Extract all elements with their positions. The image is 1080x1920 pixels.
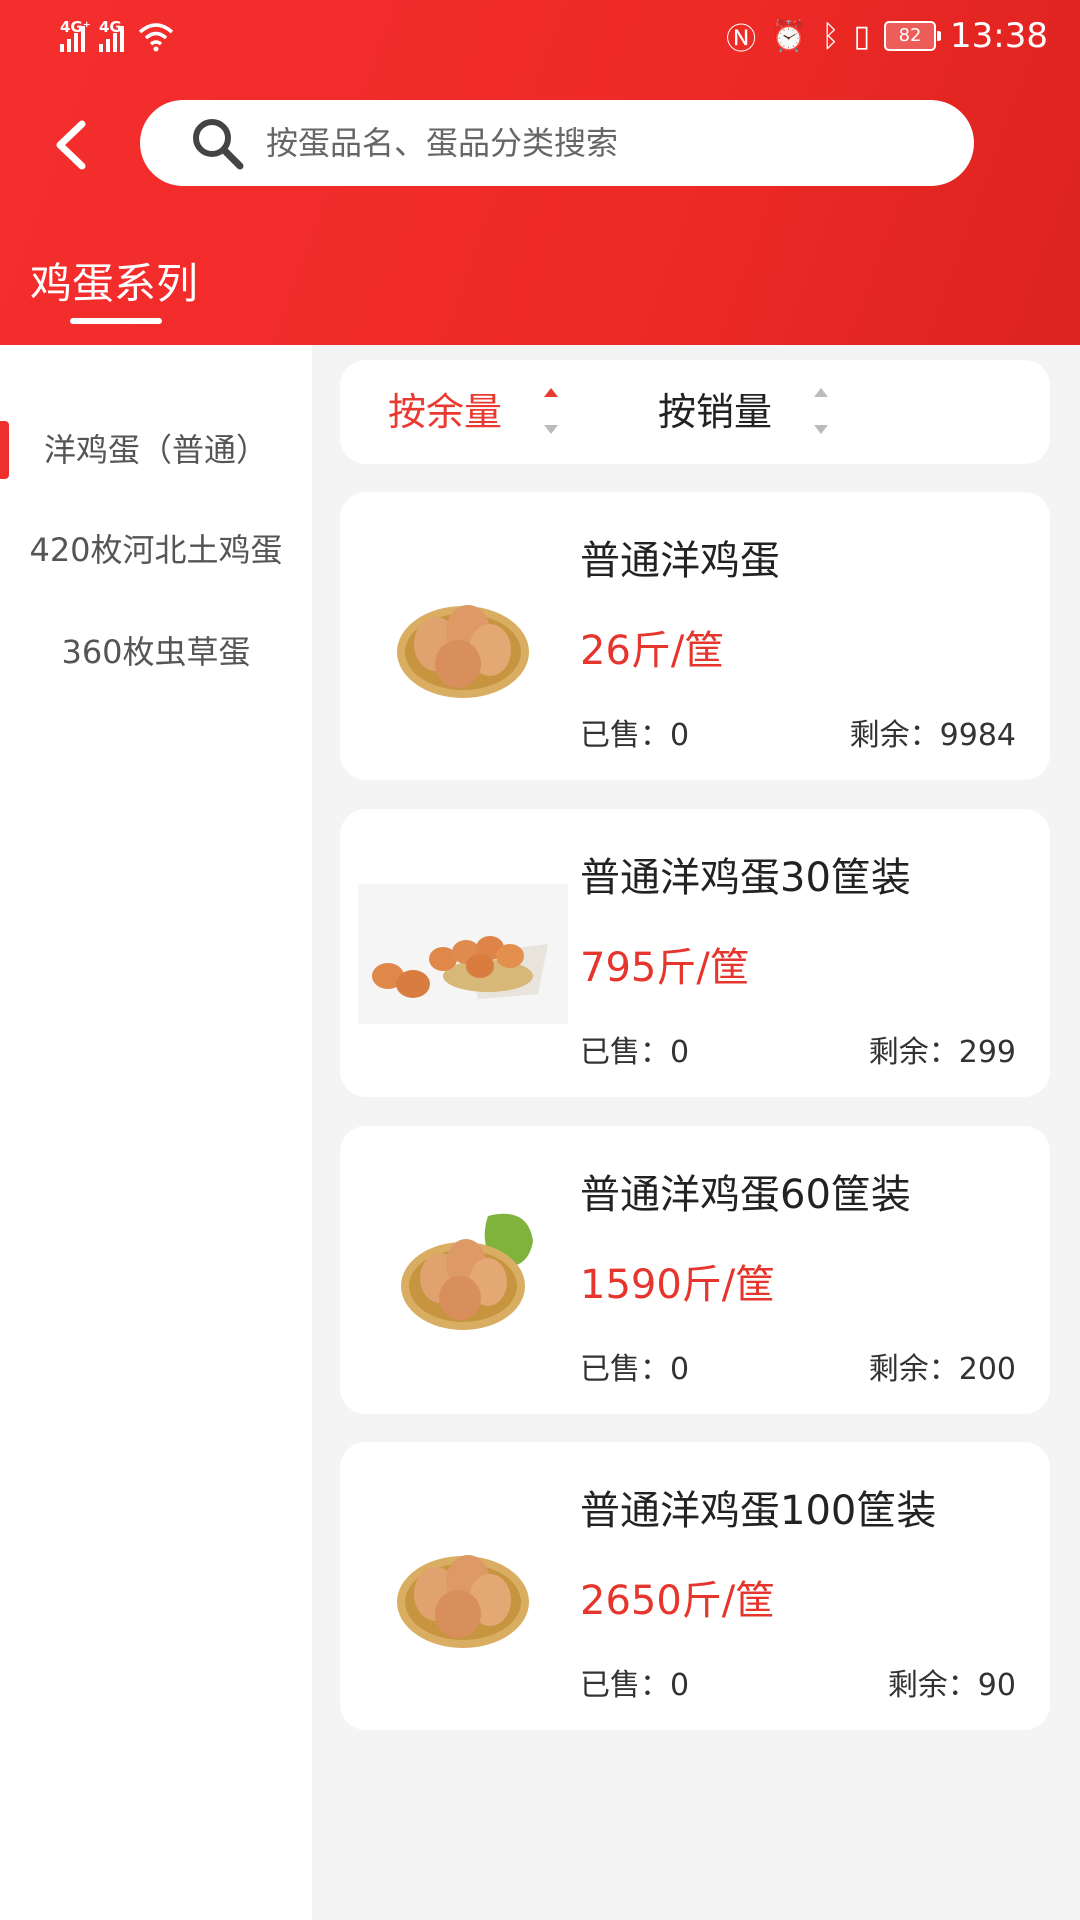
network-type-label: 4G⁺ — [60, 18, 91, 36]
active-indicator — [0, 421, 9, 479]
back-arrow-icon[interactable] — [52, 118, 88, 172]
bluetooth-icon: ᛒ — [821, 18, 840, 54]
egg-basket-image — [397, 1555, 529, 1648]
sidebar-item-hebei-eggs[interactable]: 420枚河北土鸡蛋 — [0, 515, 312, 585]
network-type-label: 4G — [99, 18, 122, 36]
product-card[interactable]: 普通洋鸡蛋100筐装 2650斤/筐 已售：0 剩余：90 — [340, 1442, 1050, 1730]
sold-count: 已售：0 — [580, 1352, 690, 1387]
remaining-count: 剩余：9984 — [849, 718, 1016, 753]
egg-basket-image — [401, 1213, 533, 1330]
sort-by-sales-button[interactable]: 按销量 — [658, 386, 772, 438]
cellular-signal-icon: 4G — [99, 18, 124, 52]
product-price: 795斤/筐 — [580, 945, 750, 991]
search-icon — [193, 119, 244, 170]
remaining-count: 剩余：200 — [868, 1352, 1016, 1387]
tab-underline — [70, 318, 162, 324]
tab-egg-series[interactable]: 鸡蛋系列 — [30, 250, 198, 311]
header-bar: 4G⁺ 4G Ⓝ ⏰ ᛒ ▯ 82 13:38 按蛋品名、蛋品分类搜索 鸡蛋系列 — [0, 0, 1080, 345]
sort-by-stock-button[interactable]: 按余量 — [388, 386, 502, 438]
alarm-icon: ⏰ — [770, 18, 808, 54]
search-input[interactable] — [264, 123, 908, 163]
sold-count: 已售：0 — [580, 1035, 690, 1070]
product-name: 普通洋鸡蛋 — [580, 538, 780, 584]
remaining-count: 剩余：90 — [887, 1668, 1016, 1703]
sold-count: 已售：0 — [580, 1668, 690, 1703]
nfc-icon: Ⓝ — [726, 22, 757, 57]
category-sidebar: 洋鸡蛋（普通） 420枚河北土鸡蛋 360枚虫草蛋 — [0, 345, 312, 1920]
egg-basket-image — [358, 884, 568, 1024]
sidebar-item-label: 420枚河北土鸡蛋 — [29, 531, 283, 569]
cellular-signal-icon: 4G⁺ — [60, 18, 91, 52]
sidebar-item-label: 洋鸡蛋（普通） — [43, 431, 268, 469]
sidebar-item-label: 360枚虫草蛋 — [61, 633, 251, 671]
product-price: 2650斤/筐 — [580, 1578, 776, 1624]
product-name: 普通洋鸡蛋60筐装 — [580, 1172, 911, 1218]
sidebar-item-cordyceps-eggs[interactable]: 360枚虫草蛋 — [0, 617, 312, 687]
sort-arrows-icon — [814, 388, 830, 434]
egg-basket-image — [397, 605, 529, 698]
product-card[interactable]: 普通洋鸡蛋30筐装 795斤/筐 已售：0 剩余：299 — [340, 809, 1050, 1097]
clock: 13:38 — [950, 16, 1048, 56]
battery-icon: 82 — [884, 21, 942, 51]
status-bar: 4G⁺ 4G Ⓝ ⏰ ᛒ ▯ 82 13:38 — [0, 0, 1080, 76]
sold-count: 已售：0 — [580, 718, 690, 753]
product-name: 普通洋鸡蛋100筐装 — [580, 1488, 937, 1534]
product-card[interactable]: 普通洋鸡蛋60筐装 1590斤/筐 已售：0 剩余：200 — [340, 1126, 1050, 1414]
product-price: 1590斤/筐 — [580, 1262, 776, 1308]
wifi-icon — [138, 23, 174, 52]
product-card[interactable]: 普通洋鸡蛋 26斤/筐 已售：0 剩余：9984 — [340, 492, 1050, 780]
search-bar[interactable] — [140, 100, 974, 186]
product-price: 26斤/筐 — [580, 628, 725, 674]
vibrate-icon: ▯ — [853, 18, 871, 54]
sidebar-item-ordinary-eggs[interactable]: 洋鸡蛋（普通） — [0, 415, 312, 485]
product-name: 普通洋鸡蛋30筐装 — [580, 855, 911, 901]
sort-arrows-icon — [544, 388, 560, 434]
sort-bar: 按余量 按销量 — [340, 360, 1050, 464]
battery-level: 82 — [898, 25, 922, 46]
remaining-count: 剩余：299 — [868, 1035, 1016, 1070]
